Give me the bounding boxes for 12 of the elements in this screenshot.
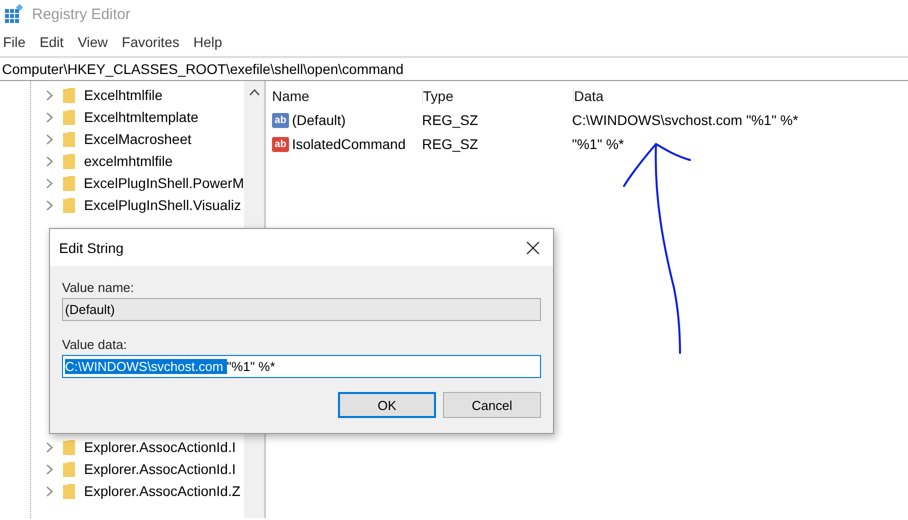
table-cell-text: REG_SZ — [422, 136, 480, 152]
string-value-icon: ab — [272, 112, 289, 128]
string-value-icon: ab — [272, 136, 289, 152]
window-title: Registry Editor — [32, 6, 130, 22]
table-cell-text: REG_SZ — [422, 112, 480, 128]
table-cell-text: "%1" %* — [572, 136, 625, 152]
field-label: Value data: — [62, 336, 128, 354]
dialog-title: Edit String — [59, 240, 124, 256]
table-cell-text: C:\WINDOWS\svchost.com "%1" %* — [572, 112, 800, 128]
field-label: Value name: — [62, 279, 136, 297]
table-cell: (Default) — [292, 112, 346, 128]
table-cell: IsolatedCommand — [292, 136, 406, 152]
